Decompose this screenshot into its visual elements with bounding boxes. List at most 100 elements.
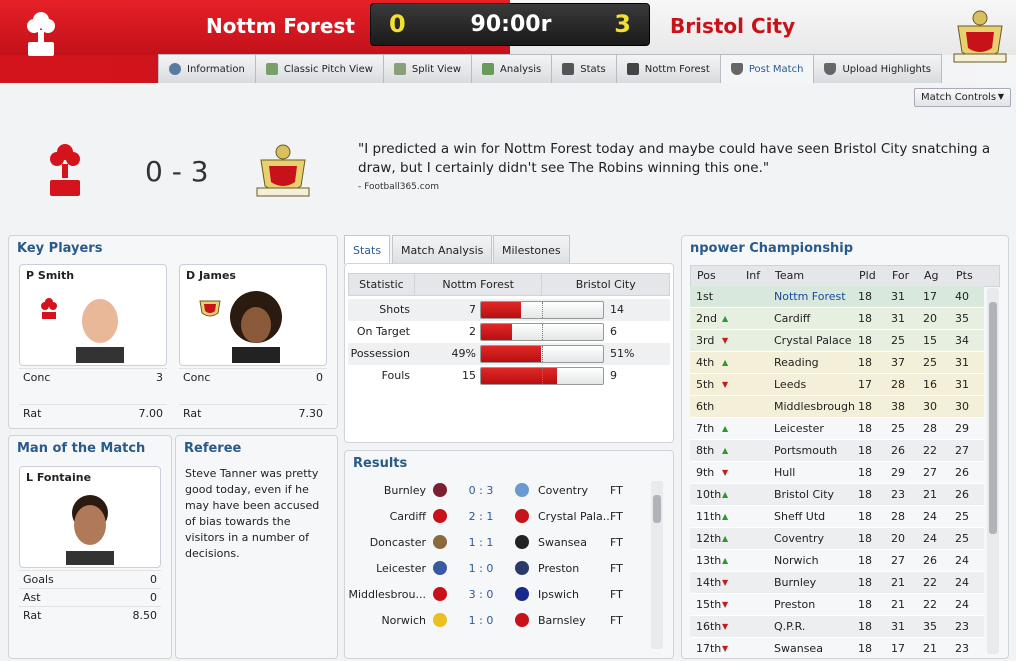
league-against: 24 [923,532,937,545]
small-crest-icon [41,298,57,319]
league-team[interactable]: Cardiff [774,308,810,330]
tab-match-analysis[interactable]: Match Analysis [392,235,493,264]
tab-information[interactable]: Information [158,54,256,83]
league-team[interactable]: Middlesbrough [774,396,855,418]
home-badge-icon [433,587,447,601]
league-team[interactable]: Nottm Forest [774,286,846,308]
tab-milestones[interactable]: Milestones [493,235,570,264]
scroll-thumb[interactable] [653,495,661,523]
tab-stats[interactable]: Stats [551,54,617,83]
result-home-team: Norwich [381,614,426,627]
league-row[interactable]: 4th ▲ Reading 18 37 25 31 [690,352,984,374]
league-points: 27 [955,444,969,457]
stat-row: Fouls 15 9 [348,365,670,387]
result-row[interactable]: Burnley 0 : 3 Coventry FT [345,478,650,504]
league-points: 34 [955,334,969,347]
results-scrollbar[interactable] [651,481,663,649]
tab-upload-highlights[interactable]: Upload Highlights [813,54,943,83]
league-points: 26 [955,466,969,479]
result-row[interactable]: Doncaster 1 : 1 Swansea FT [345,530,650,556]
league-row[interactable]: 11th ▲ Sheff Utd 18 28 24 25 [690,506,984,528]
league-row[interactable]: 10th ▲ Bristol City 18 23 21 26 [690,484,984,506]
result-away-team: Preston [538,562,580,575]
league-team[interactable]: Burnley [774,572,816,594]
league-row[interactable]: 3rd ▼ Crystal Palace 18 25 15 34 [690,330,984,352]
league-row[interactable]: 6th Middlesbrough 18 38 30 30 [690,396,984,418]
tab-stats-sub[interactable]: Stats [344,235,391,264]
league-row[interactable]: 1st Nottm Forest 18 31 17 40 [690,286,984,308]
league-row[interactable]: 2nd ▲ Cardiff 18 31 20 35 [690,308,984,330]
tab-split-view[interactable]: Split View [382,54,473,83]
player-photo [230,291,282,363]
league-team[interactable]: Leeds [774,374,806,396]
league-row[interactable]: 13th ▲ Norwich 18 27 26 24 [690,550,984,572]
league-row[interactable]: 8th ▲ Portsmouth 18 26 22 27 [690,440,984,462]
league-team[interactable]: Coventry [774,528,824,550]
league-for: 26 [891,444,905,457]
result-score[interactable]: 1 : 0 [459,614,503,627]
result-score[interactable]: 1 : 1 [459,536,503,549]
tab-post-match[interactable]: Post Match [719,54,815,83]
result-score[interactable]: 1 : 0 [459,562,503,575]
stat-label: Shots [379,303,410,316]
tab-analysis[interactable]: Analysis [471,54,553,83]
motm-card[interactable]: L Fontaine [19,466,161,568]
home-badge-icon [433,509,447,523]
motm-rating-row: Rat 8.50 [19,606,161,624]
league-against: 17 [923,290,937,303]
league-row[interactable]: 16th ▼ Q.P.R. 18 31 35 23 [690,616,984,638]
league-team[interactable]: Crystal Palace [774,330,852,352]
player-card[interactable]: D James [179,264,327,366]
league-team[interactable]: Hull [774,462,795,484]
league-row[interactable]: 12th ▲ Coventry 18 20 24 25 [690,528,984,550]
league-pos: 2nd [696,312,717,325]
result-row[interactable]: Leicester 1 : 0 Preston FT [345,556,650,582]
player-card[interactable]: P Smith [19,264,167,366]
arrow-down-icon: ▼ [722,380,729,389]
league-team[interactable]: Preston [774,594,815,616]
result-row[interactable]: Middlesbrou... 3 : 0 Ipswich FT [345,582,650,608]
press-quote: "I predicted a win for Nottm Forest toda… [358,141,991,176]
shield-icon [730,63,743,75]
league-points: 31 [955,378,969,391]
league-row[interactable]: 7th ▲ Leicester 18 25 28 29 [690,418,984,440]
league-pos: 10th [696,488,722,501]
league-team[interactable]: Sheff Utd [774,506,825,528]
league-played: 18 [858,312,872,325]
stat-away-value: 9 [610,369,617,382]
league-table: 1st Nottm Forest 18 31 17 40 2nd ▲ Cardiff 18 31 20… [690,286,1001,658]
result-row[interactable]: Norwich 1 : 0 Barnsley FT [345,608,650,634]
league-team[interactable]: Swansea [774,638,823,658]
league-points: 40 [955,290,969,303]
result-home-team: Doncaster [369,536,426,549]
arrow-up-icon: ▲ [722,512,729,521]
league-row[interactable]: 17th ▼ Swansea 18 17 21 23 [690,638,984,658]
stat-bar-midline [542,346,543,362]
league-against: 15 [923,334,937,347]
league-pos: 6th [696,400,715,413]
league-team[interactable]: Q.P.R. [774,616,805,638]
result-score[interactable]: 0 : 3 [459,484,503,497]
result-score[interactable]: 3 : 0 [459,588,503,601]
league-team[interactable]: Reading [774,352,819,374]
league-row[interactable]: 15th ▼ Preston 18 21 22 24 [690,594,984,616]
league-team[interactable]: Bristol City [774,484,834,506]
league-team[interactable]: Portsmouth [774,440,837,462]
result-score[interactable]: 2 : 1 [459,510,503,523]
stats-icon [562,63,575,75]
league-for: 38 [891,400,905,413]
tab-nottm-forest[interactable]: Nottm Forest [615,54,721,83]
result-row[interactable]: Cardiff 2 : 1 Crystal Pala... FT [345,504,650,530]
match-controls-dropdown[interactable]: Match Controls ▼ [914,88,1011,107]
league-team[interactable]: Leicester [774,418,824,440]
league-team[interactable]: Norwich [774,550,819,572]
stat-home-value: 49% [451,347,476,360]
key-players-title: Key Players [17,241,103,256]
league-pos: 4th [696,356,715,369]
league-played: 17 [858,378,872,391]
tab-classic-pitch-view[interactable]: Classic Pitch View [254,54,384,83]
league-played: 18 [858,400,872,413]
league-row[interactable]: 9th ▼ Hull 18 29 27 26 [690,462,984,484]
league-row[interactable]: 5th ▼ Leeds 17 28 16 31 [690,374,984,396]
league-row[interactable]: 14th ▼ Burnley 18 21 22 24 [690,572,984,594]
